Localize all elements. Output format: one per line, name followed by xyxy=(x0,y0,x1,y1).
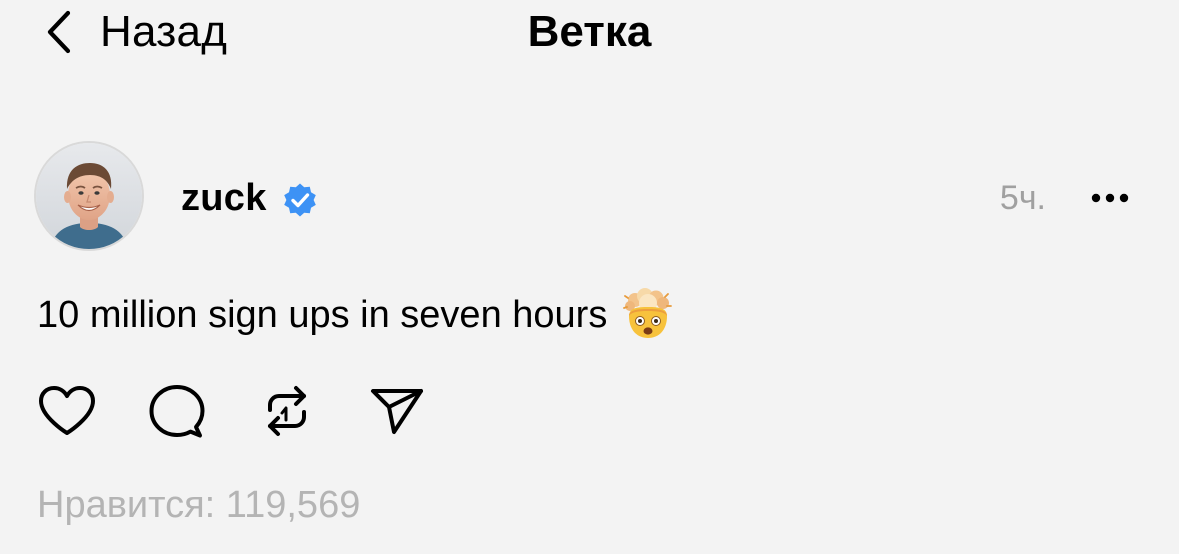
post-text-row: 10 million sign ups in seven hours xyxy=(37,288,675,342)
repost-icon xyxy=(268,386,306,436)
verified-badge-icon xyxy=(281,181,319,219)
repost-button[interactable] xyxy=(256,380,318,442)
post-actions xyxy=(36,380,428,442)
more-options-button[interactable] xyxy=(1086,182,1134,214)
heart-icon xyxy=(39,386,95,435)
comment-button[interactable] xyxy=(146,380,208,442)
username[interactable]: zuck xyxy=(181,170,267,226)
author-row: zuck xyxy=(181,170,319,226)
avatar-photo-icon xyxy=(36,143,142,249)
likes-count[interactable]: Нравится: 119,569 xyxy=(37,478,360,532)
ellipsis-icon xyxy=(1091,193,1129,203)
post-text: 10 million sign ups in seven hours xyxy=(37,294,608,336)
post-timestamp: 5ч. xyxy=(999,179,1046,217)
share-button[interactable] xyxy=(366,380,428,442)
like-button[interactable] xyxy=(36,380,98,442)
page-title: Ветка xyxy=(527,7,652,56)
exploding-head-icon xyxy=(621,288,675,342)
avatar[interactable] xyxy=(36,143,142,249)
send-icon xyxy=(371,389,423,434)
comment-bubble-icon xyxy=(149,385,205,438)
